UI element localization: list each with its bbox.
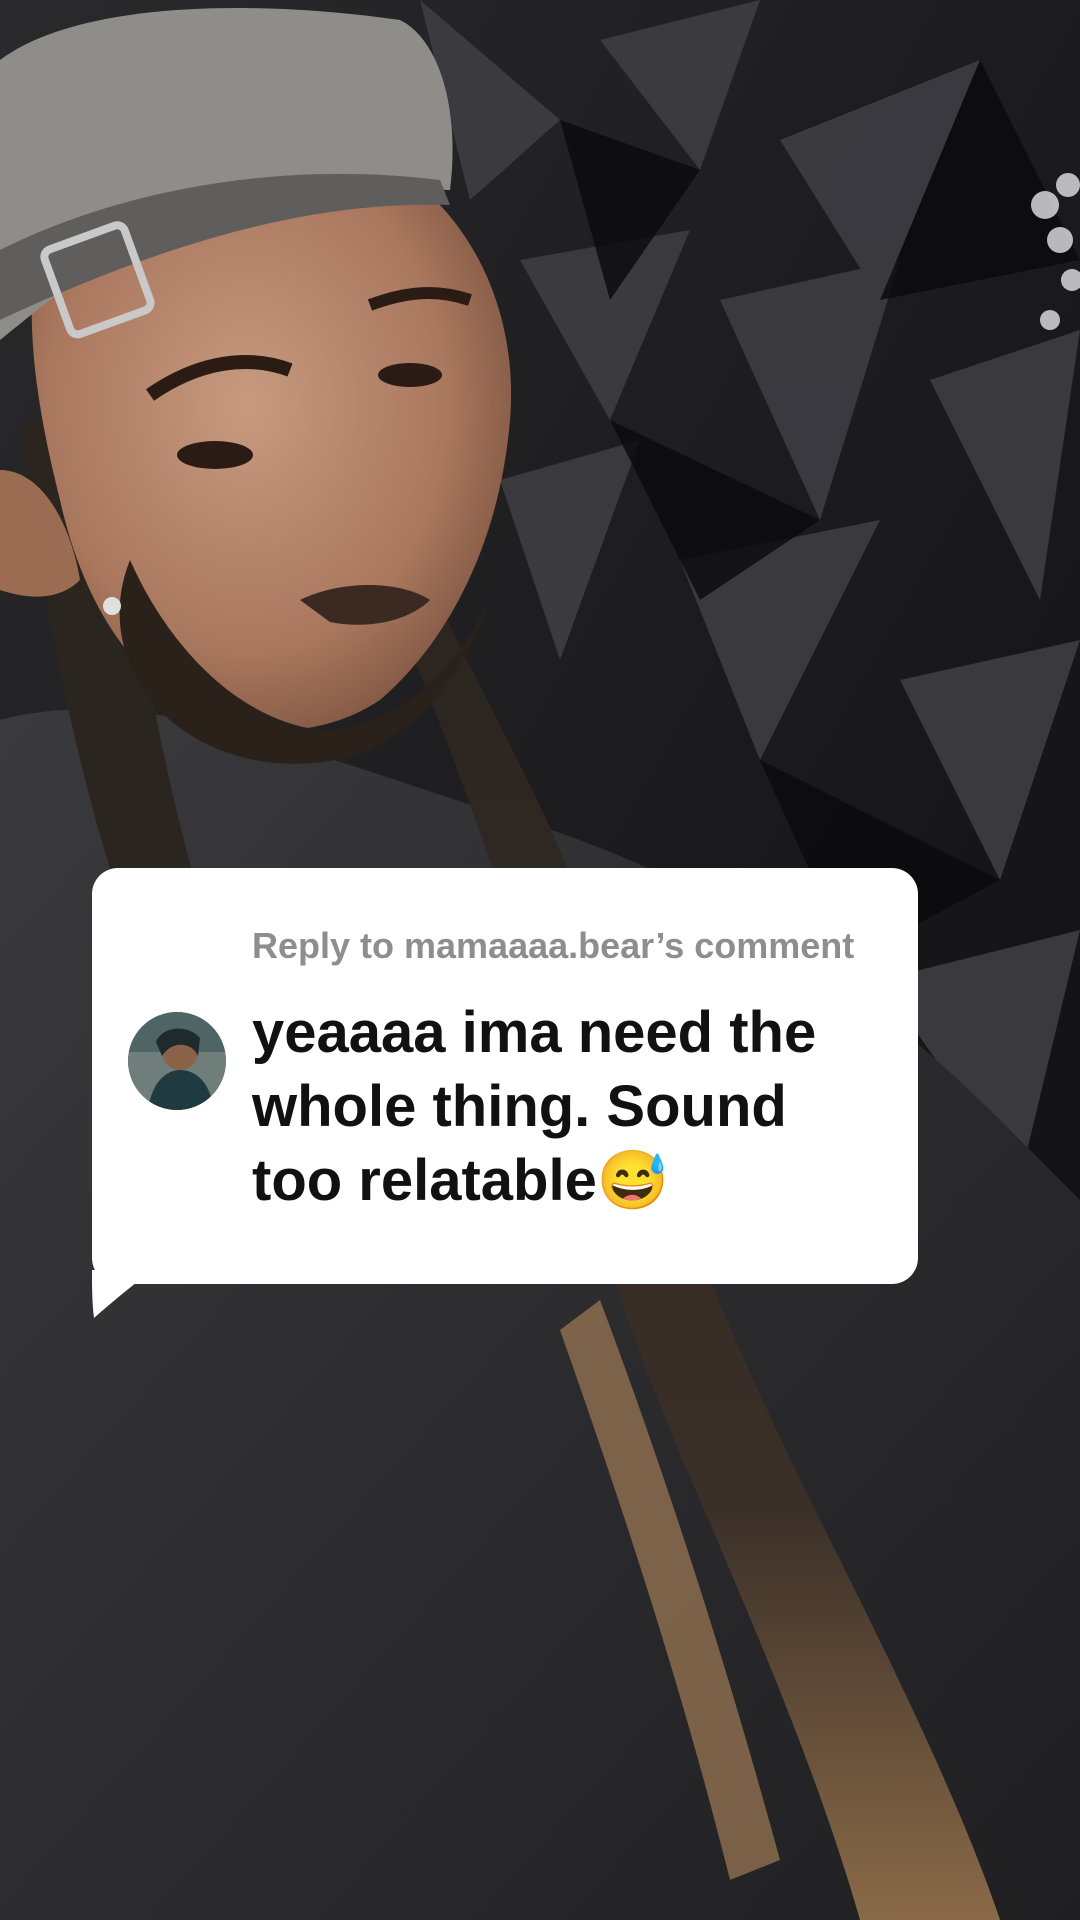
reply-header: Reply to mamaaaa.bear’s comment [252, 925, 855, 966]
reply-comment-card[interactable]: Reply to mamaaaa.bear’s comment yeaaaa i… [92, 868, 918, 1284]
video-frame[interactable]: Reply to mamaaaa.bear’s comment yeaaaa i… [0, 0, 1080, 1920]
user-avatar-icon[interactable] [128, 1012, 226, 1110]
reply-card-tail [92, 1270, 152, 1318]
comment-text: yeaaaa ima need the whole thing. Sound t… [252, 1000, 817, 1213]
